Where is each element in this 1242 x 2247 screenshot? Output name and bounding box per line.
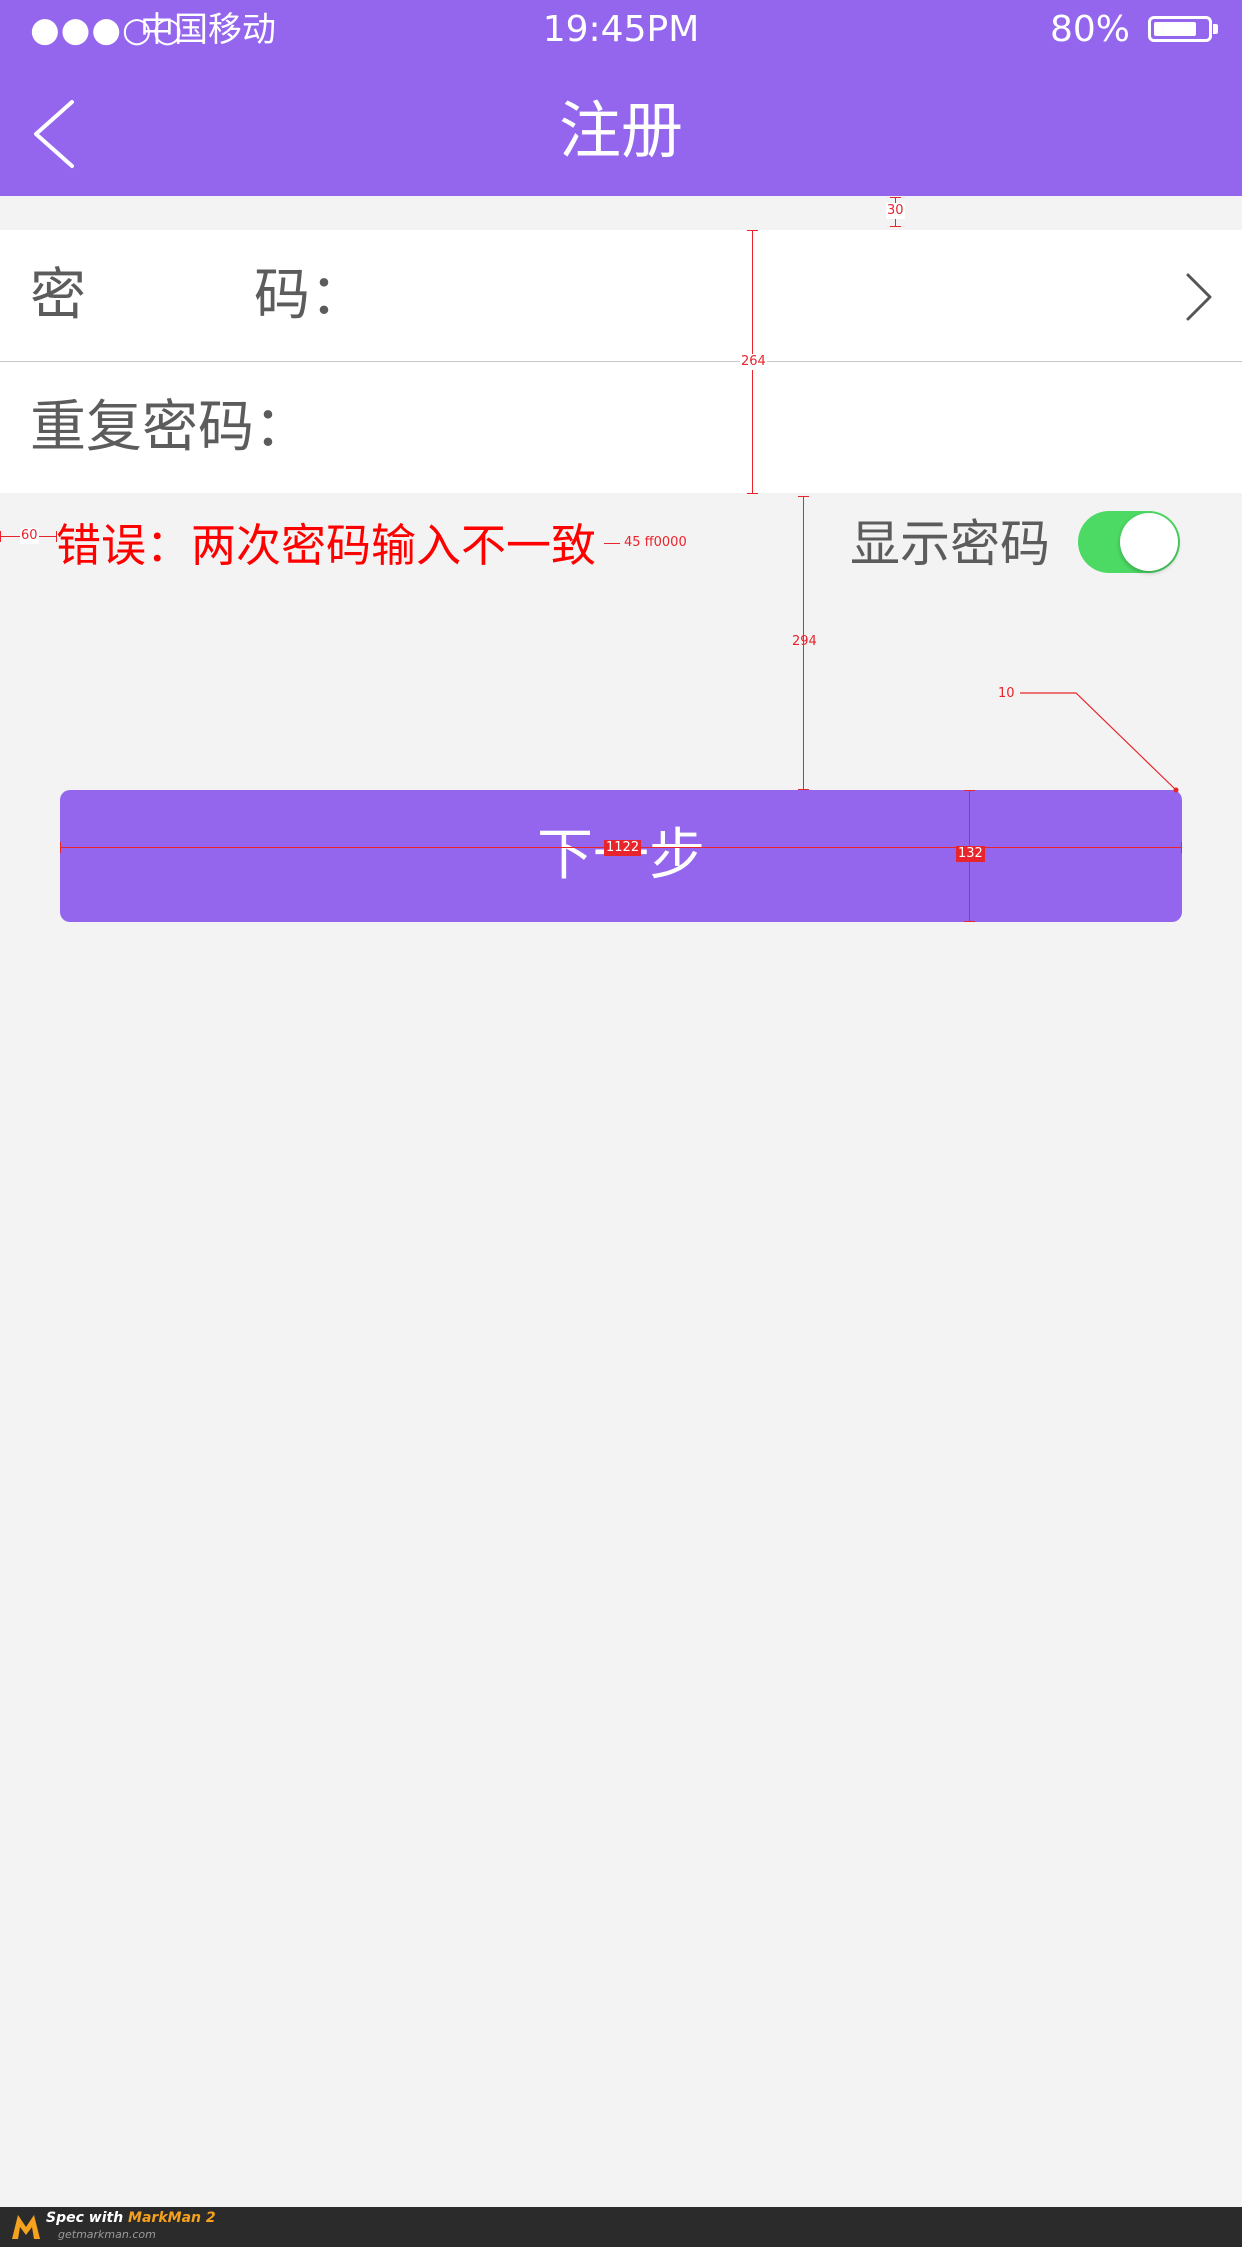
markman-brand: MarkMan 2	[128, 2210, 216, 2226]
annotation-leader-line	[1020, 692, 1179, 793]
annotation-button-width: 1122	[604, 840, 642, 856]
battery-icon	[1148, 16, 1218, 42]
annotation-line	[964, 921, 975, 922]
annotation-line	[798, 496, 809, 497]
annotation-line	[890, 226, 901, 227]
markman-logo-icon	[12, 2215, 40, 2239]
annotation-button-gap: 294	[792, 634, 817, 649]
annotation-button-height: 132	[956, 846, 985, 862]
annotation-line	[964, 790, 975, 791]
error-message: 错误：两次密码输入不一致	[56, 519, 597, 572]
show-password-toggle[interactable]	[1078, 511, 1180, 573]
annotation-line	[56, 531, 57, 542]
header-bar: ●●●○○ 中国移动 19:45PM 80% 注册	[0, 0, 1242, 196]
markman-url: getmarkman.com	[58, 2228, 156, 2241]
show-password-label: 显示密码	[850, 515, 1050, 573]
battery-percentage: 80%	[1049, 9, 1130, 50]
annotation-line	[798, 789, 809, 790]
repeat-password-row[interactable]: 重复密码：	[0, 362, 1242, 493]
annotation-top-gap: 30	[886, 203, 905, 219]
markman-spec-text: Spec with	[46, 2210, 129, 2226]
annotation-left-margin: 60	[20, 528, 39, 544]
battery-tip	[1213, 24, 1218, 34]
annotation-rows-height: 264	[740, 354, 767, 370]
battery-fill	[1154, 22, 1196, 36]
annotation-line	[890, 197, 901, 198]
markman-tagline: Spec with MarkMan 2	[46, 2210, 216, 2226]
repeat-password-input[interactable]	[300, 390, 1144, 468]
toggle-knob	[1120, 513, 1178, 571]
annotation-line	[0, 531, 1, 542]
annotation-line	[604, 543, 620, 544]
chevron-right-icon[interactable]	[1184, 272, 1214, 322]
markman-watermark-bar: Spec with MarkMan 2 getmarkman.com	[0, 2207, 1242, 2247]
annotation-line	[747, 493, 758, 494]
next-step-button[interactable]: 下一步	[60, 790, 1182, 922]
annotation-error-spec: 45 ff0000	[624, 535, 687, 550]
page-title: 注册	[558, 94, 683, 167]
password-row[interactable]: 密 码：	[0, 230, 1242, 361]
annotation-line	[747, 230, 758, 231]
annotation-corner-radius: 10	[998, 686, 1015, 701]
password-input[interactable]	[300, 258, 1144, 336]
repeat-password-label: 重复密码：	[30, 395, 310, 460]
annotation-line	[1181, 842, 1182, 853]
annotation-line	[60, 842, 61, 853]
